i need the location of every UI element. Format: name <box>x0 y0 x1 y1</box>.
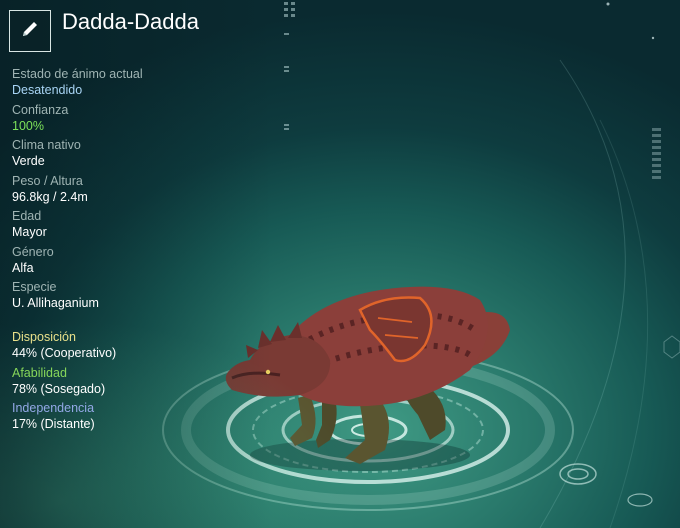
stat-item: Edad Mayor <box>12 208 242 240</box>
stat-label: Estado de ánimo actual <box>12 67 143 81</box>
trait-label: Afabilidad <box>12 365 67 380</box>
trait-label: Independencia <box>12 401 95 415</box>
pencil-icon <box>19 18 41 45</box>
stat-value: Alfa <box>12 260 34 275</box>
stat-item: Estado de ánimo actual Desatendido <box>12 66 242 98</box>
stat-item: Especie U. Allihaganium <box>12 279 242 311</box>
stat-item: Clima nativo Verde <box>12 137 242 169</box>
stat-value: U. Allihaganium <box>12 296 99 310</box>
stat-label: Confianza <box>12 102 69 117</box>
trait-item: Afabilidad 78% (Sosegado) <box>12 365 242 397</box>
stat-value: 100% <box>12 118 44 133</box>
stat-value: Desatendido <box>12 83 83 97</box>
stat-value: 96.8kg / 2.4m <box>12 189 88 204</box>
creature-stats-panel: Estado de ánimo actual Desatendido Confian… <box>12 66 242 315</box>
stat-item: Género Alfa <box>12 244 242 276</box>
trait-label: Disposición <box>12 330 76 344</box>
creature-traits-panel: Disposición 44% (Cooperativo) Afabilidad 78… <box>12 329 242 436</box>
stat-value: Verde <box>12 154 45 168</box>
stat-value: Mayor <box>12 225 47 239</box>
stat-item: Peso / Altura 96.8kg / 2.4m <box>12 173 242 205</box>
stat-label: Especie <box>12 280 57 294</box>
trait-value: 44% (Cooperativo) <box>12 346 117 360</box>
stat-label: Clima nativo <box>12 138 81 152</box>
trait-item: Independencia 17% (Distante) <box>12 400 242 432</box>
stat-label: Edad <box>12 209 42 223</box>
trait-item: Disposición 44% (Cooperativo) <box>12 329 242 361</box>
stat-label: Peso / Altura <box>12 173 83 188</box>
trait-value: 17% (Distante) <box>12 417 95 431</box>
creature-name: Dadda-Dadda <box>62 9 199 34</box>
creature-model <box>225 286 510 471</box>
edit-name-button[interactable] <box>9 10 51 52</box>
stat-item: Confianza 100% <box>12 102 242 134</box>
stat-label: Género <box>12 244 54 259</box>
trait-value: 78% (Sosegado) <box>12 381 106 396</box>
